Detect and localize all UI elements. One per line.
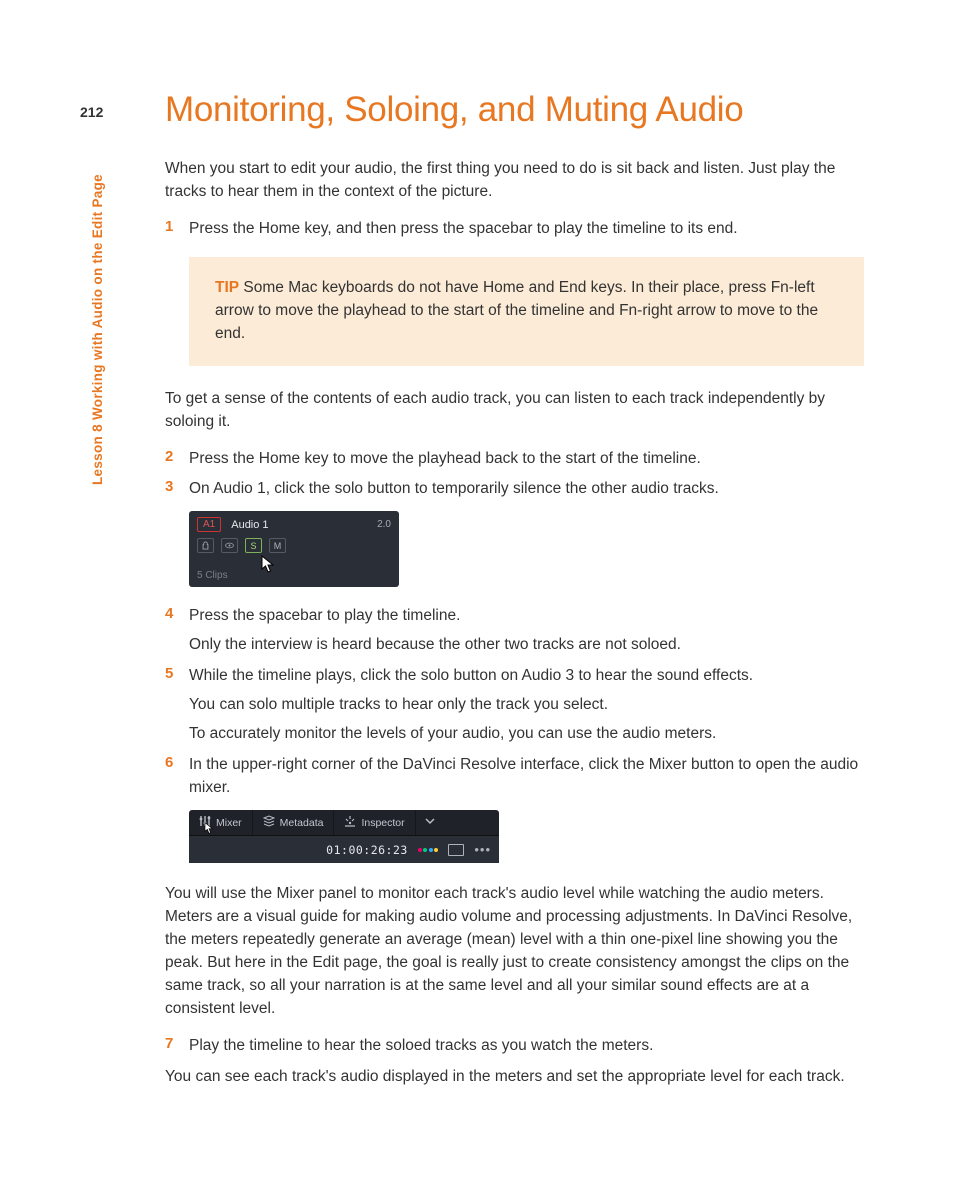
mute-button[interactable]: M bbox=[269, 538, 286, 553]
mixer-tab-button[interactable]: Mixer bbox=[189, 810, 253, 836]
chevron-down-icon bbox=[424, 815, 436, 830]
cursor-icon bbox=[203, 822, 217, 840]
tip-box: TIP Some Mac keyboards do not have Home … bbox=[189, 257, 864, 366]
step-text: Play the timeline to hear the soloed tra… bbox=[189, 1035, 864, 1058]
track-name: Audio 1 bbox=[231, 519, 377, 531]
step-2: 2 Press the Home key to move the playhea… bbox=[165, 448, 864, 471]
lock-icon[interactable] bbox=[197, 538, 214, 553]
cursor-icon bbox=[261, 555, 275, 573]
step-number: 5 bbox=[165, 665, 173, 682]
step-number: 6 bbox=[165, 754, 173, 771]
metadata-tab-button[interactable]: Metadata bbox=[253, 810, 335, 836]
tip-label: TIP bbox=[215, 279, 239, 296]
page-title: Monitoring, Soloing, and Muting Audio bbox=[165, 90, 864, 130]
step-number: 2 bbox=[165, 448, 173, 465]
lesson-side-label: Lesson 8 Working with Audio on the Edit … bbox=[90, 174, 105, 485]
solo-button[interactable]: S bbox=[245, 538, 262, 553]
page-number: 212 bbox=[80, 104, 103, 120]
step-5: 5 While the timeline plays, click the so… bbox=[165, 665, 864, 746]
tip-text: Some Mac keyboards do not have Home and … bbox=[215, 279, 818, 342]
step-4: 4 Press the spacebar to play the timelin… bbox=[165, 605, 864, 657]
step-text: Only the interview is heard because the … bbox=[189, 634, 864, 657]
step-6: 6 In the upper-right corner of the DaVin… bbox=[165, 754, 864, 800]
step-text: Press the Home key, and then press the s… bbox=[189, 218, 864, 241]
tab-label: Mixer bbox=[216, 817, 242, 829]
timecode-display: 01:00:26:23 bbox=[326, 843, 408, 857]
expand-chevron-button[interactable] bbox=[416, 810, 444, 836]
closing-paragraph: You can see each track's audio displayed… bbox=[165, 1066, 864, 1089]
step-text: Press the spacebar to play the timeline. bbox=[189, 605, 864, 628]
paragraph: You will use the Mixer panel to monitor … bbox=[165, 883, 864, 1021]
fullscreen-icon[interactable] bbox=[448, 844, 464, 856]
figure-mixer-toolbar: Mixer Metadata Inspector bbox=[189, 810, 499, 863]
track-a1-badge[interactable]: A1 bbox=[197, 517, 221, 532]
paragraph: To get a sense of the contents of each a… bbox=[165, 388, 864, 434]
step-text: In the upper-right corner of the DaVinci… bbox=[189, 754, 864, 800]
metadata-icon bbox=[263, 815, 275, 830]
tab-label: Inspector bbox=[361, 817, 404, 829]
track-channel-value: 2.0 bbox=[377, 519, 391, 530]
step-1: 1 Press the Home key, and then press the… bbox=[165, 218, 864, 241]
step-text: You can solo multiple tracks to hear onl… bbox=[189, 694, 864, 717]
inspector-tab-button[interactable]: Inspector bbox=[334, 810, 415, 836]
step-text: To accurately monitor the levels of your… bbox=[189, 723, 864, 746]
step-number: 3 bbox=[165, 478, 173, 495]
step-text: Press the Home key to move the playhead … bbox=[189, 448, 864, 471]
color-dots-icon[interactable] bbox=[418, 848, 439, 852]
clips-count: 5 Clips bbox=[197, 570, 228, 581]
auto-select-icon[interactable] bbox=[221, 538, 238, 553]
step-number: 4 bbox=[165, 605, 173, 622]
inspector-icon bbox=[344, 815, 356, 830]
page: 212 Lesson 8 Working with Audio on the E… bbox=[0, 0, 954, 1162]
step-7: 7 Play the timeline to hear the soloed t… bbox=[165, 1035, 864, 1058]
step-text: On Audio 1, click the solo button to tem… bbox=[189, 478, 864, 501]
tab-label: Metadata bbox=[280, 817, 324, 829]
step-3: 3 On Audio 1, click the solo button to t… bbox=[165, 478, 864, 501]
figure-audio-track: A1 Audio 1 2.0 S M 5 Clips bbox=[189, 511, 399, 587]
more-options-icon[interactable]: ••• bbox=[474, 847, 491, 853]
step-text: While the timeline plays, click the solo… bbox=[189, 665, 864, 688]
step-number: 1 bbox=[165, 218, 173, 235]
step-number: 7 bbox=[165, 1035, 173, 1052]
intro-paragraph: When you start to edit your audio, the f… bbox=[165, 158, 864, 204]
